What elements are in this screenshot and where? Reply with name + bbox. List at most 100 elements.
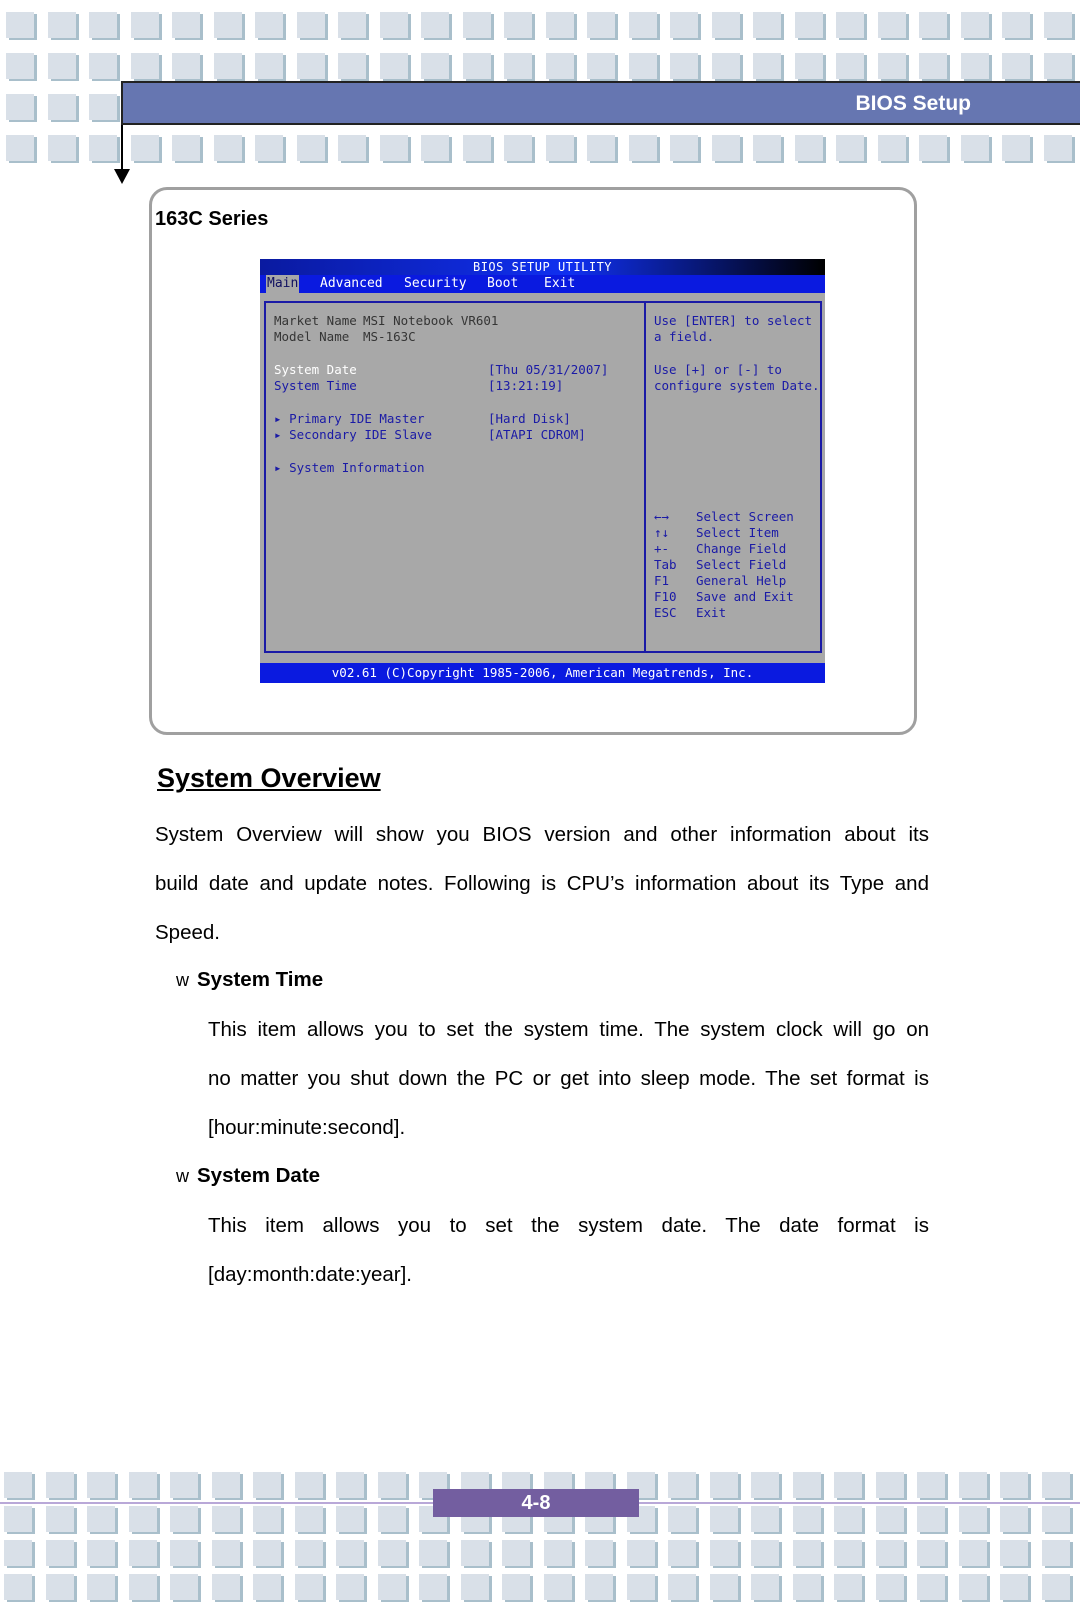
- decorative-tile: [753, 135, 781, 161]
- decorative-tile: [45, 1540, 74, 1566]
- decorative-tile: [751, 1506, 779, 1532]
- decorative-tile: [89, 53, 117, 79]
- decorative-tile: [919, 12, 947, 38]
- decorative-tile: [958, 1574, 987, 1600]
- decorative-tile: [836, 53, 864, 79]
- bios-settings-panel: Market Name MSI Notebook VR601 Model Nam…: [264, 301, 645, 653]
- decorative-tile: [6, 94, 34, 120]
- key-f10: F10: [654, 589, 677, 604]
- bios-screenshot: BIOS SETUP UTILITY Main Advanced Securit…: [260, 259, 825, 683]
- decorative-tile: [421, 12, 449, 38]
- decorative-tile: [128, 1472, 157, 1498]
- decorative-tile: [1002, 12, 1030, 38]
- paragraph-line: [hour:minute:second].: [208, 1116, 406, 1139]
- decorative-tile: [45, 1506, 74, 1532]
- decorative-tile: [255, 53, 283, 79]
- decorative-tile: [47, 135, 76, 161]
- market-name-label: Market Name: [274, 313, 357, 328]
- submenu-system-information[interactable]: ▸ System Information: [274, 460, 425, 476]
- chapter-title: BIOS Setup: [855, 92, 971, 115]
- decorative-tile: [336, 1506, 364, 1532]
- decorative-tile: [877, 53, 906, 79]
- decorative-tile: [296, 53, 325, 79]
- submenu-label: System Information: [289, 460, 425, 475]
- decorative-tile: [1002, 135, 1030, 161]
- decorative-tile: [4, 1506, 32, 1532]
- bios-menu-bar: Main Advanced Security Boot Exit: [260, 275, 825, 293]
- decorative-tile: [296, 135, 325, 161]
- submenu-label: Secondary IDE Slave: [289, 427, 433, 442]
- decorative-tile: [338, 12, 366, 38]
- decorative-tile: [379, 135, 408, 161]
- decorative-tile: [628, 135, 657, 161]
- decorative-tile: [253, 1574, 281, 1600]
- submenu-secondary-ide[interactable]: ▸ Secondary IDE Slave: [274, 427, 432, 443]
- system-time-value[interactable]: [13:21:19]: [488, 378, 563, 394]
- decorative-tile: [711, 53, 740, 79]
- model-name-label: Model Name: [274, 329, 350, 344]
- bullet-marker: w: [176, 1166, 189, 1186]
- system-time-label[interactable]: System Time: [274, 378, 357, 394]
- decorative-tile: [419, 1574, 447, 1600]
- decorative-tile: [4, 1540, 32, 1566]
- decorative-tile: [170, 1540, 198, 1566]
- decorative-tile: [1000, 1574, 1028, 1600]
- bios-tab-boot[interactable]: Boot: [487, 275, 518, 293]
- decorative-tile: [47, 53, 76, 79]
- decorative-tile: [338, 135, 366, 161]
- decorative-tile: [4, 1472, 32, 1498]
- bios-tab-main[interactable]: Main: [266, 275, 300, 293]
- decorative-tile: [128, 1506, 157, 1532]
- system-date-description: This item allows you to set the system d…: [208, 1201, 929, 1299]
- decorative-tile: [253, 1506, 281, 1532]
- decorative-tile: [668, 1540, 696, 1566]
- decorative-tile: [460, 1540, 489, 1566]
- key-f1: F1: [654, 573, 670, 588]
- bios-tab-advanced[interactable]: Advanced: [320, 275, 383, 293]
- bios-tab-exit[interactable]: Exit: [544, 275, 575, 293]
- decorative-tile: [709, 1472, 738, 1498]
- key-action: Select Field: [696, 557, 787, 572]
- decorative-tile: [626, 1574, 655, 1600]
- paragraph-line: Speed.: [155, 921, 220, 944]
- decorative-tile: [336, 1472, 364, 1498]
- bios-tab-security[interactable]: Security: [404, 275, 467, 293]
- decorative-tile: [377, 1540, 406, 1566]
- decorative-tile: [1043, 135, 1072, 161]
- decorative-tile: [834, 1574, 862, 1600]
- decorative-tile: [294, 1540, 323, 1566]
- decorative-tile: [753, 12, 781, 38]
- arrow-down-icon: [114, 169, 130, 184]
- decorative-tile: [294, 1574, 323, 1600]
- decorative-tile: [1000, 1506, 1028, 1532]
- series-label: 163C Series: [155, 208, 269, 230]
- decorative-tile: [587, 135, 615, 161]
- decorative-tile: [502, 1540, 530, 1566]
- decorative-tile: [958, 1540, 987, 1566]
- decorative-tile: [751, 1574, 779, 1600]
- help-line: Use [+] or [-] to: [654, 362, 782, 377]
- decorative-tile: [1041, 1472, 1070, 1498]
- decorative-tile: [172, 53, 200, 79]
- paragraph-line: This item allows you to set the system t…: [208, 1018, 929, 1041]
- decorative-tile: [1000, 1472, 1028, 1498]
- decorative-tile: [211, 1472, 240, 1498]
- decorative-tile: [751, 1540, 779, 1566]
- system-date-label[interactable]: System Date: [274, 362, 357, 378]
- decorative-tile: [128, 1540, 157, 1566]
- decorative-tile: [960, 12, 989, 38]
- page-number: 4-8: [433, 1489, 639, 1517]
- arrow-line: [121, 125, 123, 170]
- decorative-tile: [834, 1506, 862, 1532]
- decorative-tile: [377, 1574, 406, 1600]
- decorative-tile: [294, 1506, 323, 1532]
- decorative-tile: [87, 1574, 115, 1600]
- decorative-tile: [89, 94, 117, 120]
- submenu-primary-ide[interactable]: ▸ Primary IDE Master: [274, 411, 425, 427]
- decorative-tile: [1041, 1540, 1070, 1566]
- decorative-tile: [875, 1540, 904, 1566]
- decorative-tile: [45, 1472, 74, 1498]
- decorative-tile: [543, 1540, 572, 1566]
- system-date-value[interactable]: [Thu 05/31/2007]: [488, 362, 608, 378]
- decorative-tile: [253, 1472, 281, 1498]
